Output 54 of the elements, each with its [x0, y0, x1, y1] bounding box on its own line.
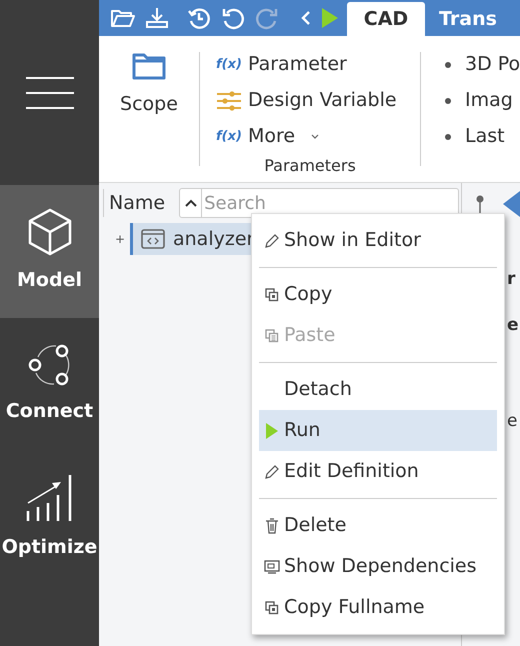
ribbon-button[interactable]: f(x) Parameter — [216, 48, 397, 81]
panel-text: e — [507, 410, 518, 433]
panel-text: e — [507, 314, 519, 337]
scope-button[interactable]: Scope — [99, 36, 199, 182]
paste-icon — [264, 328, 278, 342]
folder-icon — [132, 52, 166, 80]
nodes-icon — [28, 343, 72, 388]
menu-item[interactable]: Run — [259, 410, 497, 451]
menu-item[interactable]: Show Dependencies — [259, 546, 497, 587]
ribbon-button[interactable]: Imag — [445, 84, 520, 117]
chart-icon — [24, 473, 74, 524]
folder-icon[interactable] — [111, 8, 135, 28]
copy-icon — [264, 288, 278, 302]
menu-item[interactable]: Detach — [259, 369, 497, 410]
history-icon[interactable] — [187, 6, 211, 30]
monitor-icon — [264, 560, 280, 574]
group-label: Parameters — [264, 155, 356, 177]
ribbon-button[interactable]: 3D Po — [445, 48, 520, 81]
menu-item[interactable]: Copy — [259, 274, 497, 315]
cube-icon — [28, 208, 72, 256]
ribbon-tab[interactable]: CAD — [347, 2, 425, 36]
menu-icon[interactable] — [26, 76, 74, 110]
copy-icon — [264, 600, 278, 614]
bullet-icon — [445, 134, 451, 140]
function-icon: f(x) — [216, 54, 242, 74]
nav-item[interactable]: Model — [0, 185, 99, 318]
back-icon[interactable] — [301, 10, 311, 26]
caret-icon — [311, 134, 320, 140]
triangle-icon — [503, 191, 520, 217]
play-icon — [266, 422, 278, 438]
column-header: Name — [109, 190, 166, 216]
undo-icon[interactable] — [221, 6, 245, 30]
function-icon: f(x) — [216, 126, 242, 146]
download-icon[interactable] — [145, 7, 169, 29]
collapse-button[interactable] — [179, 188, 202, 218]
play-icon[interactable] — [321, 7, 339, 29]
code-icon — [141, 229, 165, 249]
trash-icon — [264, 518, 278, 534]
menu-item[interactable]: Copy Fullname — [259, 587, 497, 628]
panel-text: r — [507, 268, 516, 291]
bullet-icon — [445, 98, 451, 104]
pencil-icon — [264, 464, 280, 480]
pin-icon[interactable] — [476, 195, 484, 215]
ribbon-button[interactable]: Design Variable — [216, 84, 397, 117]
ribbon-button[interactable]: Last — [445, 120, 520, 153]
ribbon-button[interactable]: f(x) More — [216, 120, 397, 153]
pencil-icon — [264, 232, 280, 248]
menu-item[interactable]: Delete — [259, 505, 497, 546]
menu-item[interactable]: Edit Definition — [259, 451, 497, 492]
bullet-icon — [445, 62, 451, 68]
ribbon-tab[interactable]: Trans — [425, 2, 511, 36]
sliders-icon — [216, 90, 242, 110]
caret-icon — [184, 199, 197, 207]
expander[interactable]: + — [115, 230, 130, 248]
